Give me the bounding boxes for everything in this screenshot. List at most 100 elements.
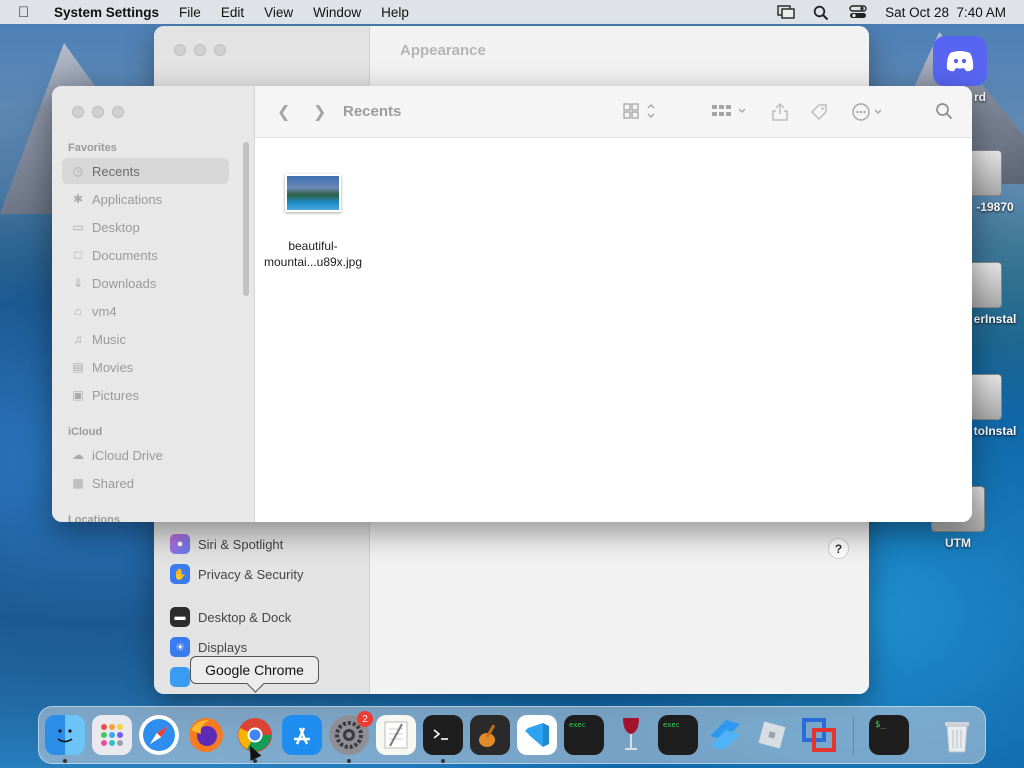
sidebar-item-label: Recents — [92, 163, 140, 179]
sidebar-section-icloud: iCloud — [68, 426, 103, 438]
terminal-icon[interactable]: $_ — [869, 715, 909, 755]
exec-icon[interactable]: exec — [658, 715, 698, 755]
trash-icon[interactable] — [937, 715, 977, 755]
finder-content: beautiful- mountai...u89x.jpg — [255, 138, 972, 522]
file-name: beautiful- mountai...u89x.jpg — [261, 238, 365, 270]
settings-pane-title: Appearance — [400, 42, 486, 59]
movie-icon: ▤ — [72, 360, 84, 374]
finder-toolbar: ❮ ❯ Recents — [255, 86, 972, 138]
download-icon: ⇓ — [72, 276, 84, 290]
menu-help[interactable]: Help — [381, 5, 409, 20]
sidebar-item-pictures[interactable]: ▣ Pictures — [62, 382, 229, 408]
sidebar-item-music[interactable]: ♫ Music — [62, 326, 229, 352]
sidebar-scrollbar[interactable] — [243, 142, 249, 296]
menu-edit[interactable]: Edit — [221, 5, 244, 20]
share-icon[interactable] — [771, 102, 789, 122]
desktop-icon-label: -19870 — [976, 200, 1014, 214]
minimize-button[interactable] — [92, 106, 104, 118]
sidebar-item-home[interactable]: ⌂ vm4 — [62, 298, 229, 324]
exec-icon[interactable]: exec — [564, 715, 604, 755]
desktop-icon: ▭ — [72, 220, 84, 234]
sidebar-section-locations: Locations — [68, 514, 120, 522]
desktop-icon-label: toInstal — [973, 424, 1017, 438]
more-actions-icon[interactable] — [851, 102, 887, 122]
spotlight-search-icon[interactable] — [813, 5, 831, 21]
sidebar-item-label: Siri & Spotlight — [198, 536, 284, 552]
sidebar-item-siri-spotlight[interactable]: ● Siri & Spotlight — [170, 534, 283, 554]
notification-badge: 2 — [357, 711, 373, 727]
dock-separator — [853, 717, 854, 755]
tag-icon[interactable] — [809, 102, 829, 122]
clock-datetime[interactable]: Sat Oct 28 7:40 AM — [885, 5, 1006, 20]
window-controls — [174, 44, 226, 56]
wine-icon[interactable] — [611, 715, 651, 755]
music-icon: ♫ — [73, 332, 83, 346]
minimize-button[interactable] — [194, 44, 206, 56]
sidebar-item-label: Music — [92, 331, 126, 347]
sidebar-item-label: Desktop — [92, 219, 140, 235]
control-center-icon[interactable] — [849, 5, 867, 19]
finder-app-icon[interactable] — [45, 715, 85, 755]
menu-file[interactable]: File — [179, 5, 201, 20]
firefox-icon[interactable] — [186, 715, 226, 755]
forward-icon[interactable]: ❯ — [313, 102, 326, 122]
group-by-icon[interactable] — [711, 102, 749, 120]
sidebar-item-label: Pictures — [92, 387, 139, 403]
help-button[interactable]: ? — [828, 538, 849, 559]
menu-bar:  System Settings File Edit View Window … — [0, 0, 1024, 24]
menu-window[interactable]: Window — [313, 5, 361, 20]
screen-mirroring-icon[interactable] — [777, 5, 795, 19]
icon-view-icon[interactable] — [623, 102, 657, 120]
picture-icon: ▣ — [72, 388, 84, 402]
sidebar-item-shared[interactable]: ▩ Shared — [62, 470, 229, 496]
vmware-icon[interactable] — [799, 715, 839, 755]
sidebar-item-documents[interactable]: □ Documents — [62, 242, 229, 268]
window-controls — [72, 106, 124, 118]
launchpad-icon[interactable] — [92, 715, 132, 755]
xcode-icon[interactable] — [705, 715, 745, 755]
close-button[interactable] — [174, 44, 186, 56]
sidebar-item-label: iCloud Drive — [92, 447, 163, 463]
close-button[interactable] — [72, 106, 84, 118]
sidebar-item-displays[interactable]: ☀ Displays — [170, 637, 247, 657]
apple-icon[interactable]:  — [18, 4, 40, 21]
garageband-icon[interactable] — [470, 715, 510, 755]
roblox-icon[interactable] — [752, 715, 792, 755]
image-thumbnail — [285, 174, 341, 212]
search-icon[interactable] — [935, 102, 953, 120]
applications-icon: ✱ — [72, 192, 84, 206]
sidebar-section-favorites: Favorites — [68, 142, 117, 154]
siri-icon: ● — [170, 534, 190, 554]
sidebar-item-label: vm4 — [92, 303, 117, 319]
sidebar-item-label: Desktop & Dock — [198, 609, 292, 625]
zoom-button[interactable] — [214, 44, 226, 56]
running-indicator — [347, 759, 351, 763]
app-store-icon[interactable] — [282, 715, 322, 755]
file-item[interactable]: beautiful- mountai...u89x.jpg — [261, 174, 365, 270]
sidebar-item-icloud-drive[interactable]: ☁ iCloud Drive — [62, 442, 229, 468]
vscode-icon[interactable] — [517, 715, 557, 755]
app-menu-name[interactable]: System Settings — [54, 5, 159, 20]
running-indicator — [441, 759, 445, 763]
dock-tooltip: Google Chrome — [190, 656, 319, 684]
sidebar-item-privacy-security[interactable]: ✋ Privacy & Security — [170, 564, 303, 584]
terminal-icon[interactable] — [423, 715, 463, 755]
file-name-line1: beautiful- — [288, 239, 338, 253]
system-settings-icon[interactable]: 2 — [329, 711, 373, 755]
safari-icon[interactable] — [139, 715, 179, 755]
running-indicator — [63, 759, 67, 763]
cloud-icon: ☁ — [72, 448, 84, 462]
textedit-icon[interactable] — [376, 715, 416, 755]
sidebar-item-desktop[interactable]: ▭ Desktop — [62, 214, 229, 240]
discord-icon — [933, 36, 987, 86]
sidebar-item-desktop-dock[interactable]: ▬ Desktop & Dock — [170, 607, 291, 627]
sidebar-item-recents[interactable]: ◷ Recents — [62, 158, 229, 184]
sidebar-item-applications[interactable]: ✱ Applications — [62, 186, 229, 212]
sidebar-item-movies[interactable]: ▤ Movies — [62, 354, 229, 380]
document-icon: □ — [74, 248, 82, 262]
sidebar-item-label: Applications — [92, 191, 163, 207]
sidebar-item-downloads[interactable]: ⇓ Downloads — [62, 270, 229, 296]
zoom-button[interactable] — [112, 106, 124, 118]
menu-view[interactable]: View — [264, 5, 293, 20]
back-icon[interactable]: ❮ — [277, 102, 290, 122]
